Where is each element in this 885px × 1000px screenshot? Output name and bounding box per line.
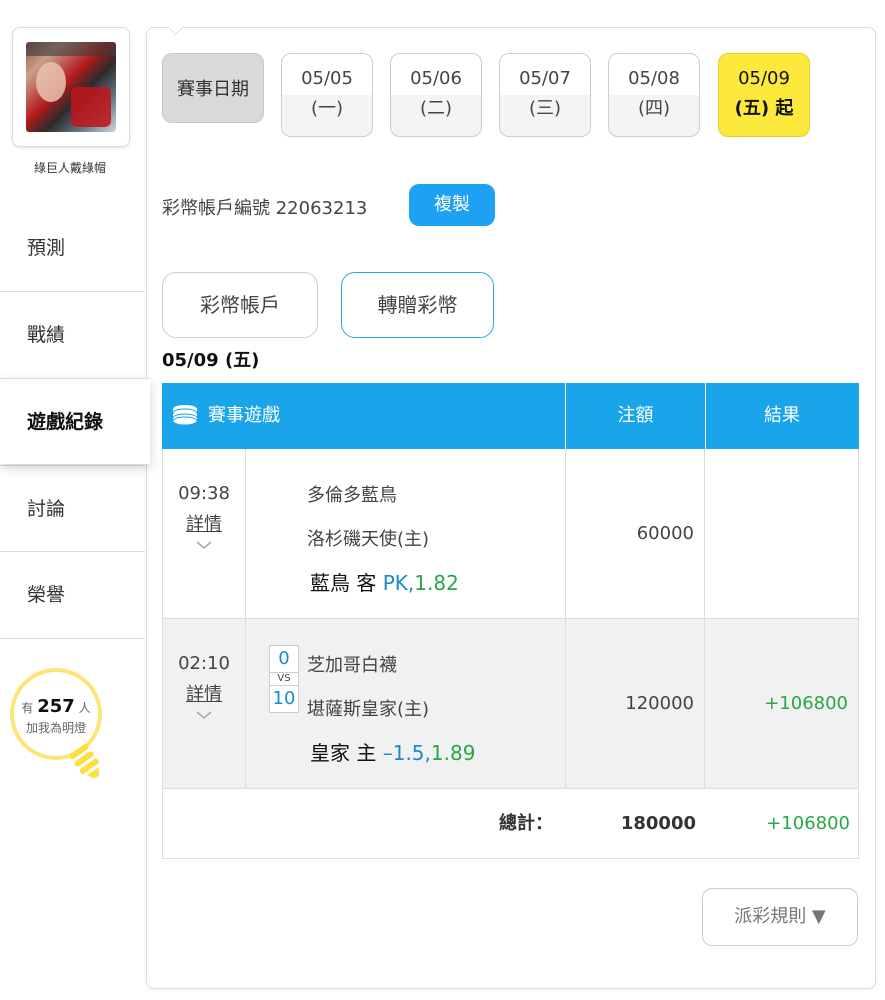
date-button-0509-selected[interactable]: 05/09 (五) 起	[718, 53, 810, 137]
avatar-image	[26, 42, 116, 132]
bulb-caption: 加我為明燈	[25, 721, 86, 735]
day-text: (五) 起	[734, 98, 794, 119]
avatar[interactable]	[12, 27, 130, 147]
username[interactable]: 綠巨人戴綠帽	[0, 159, 140, 176]
pick-line: PK,	[382, 571, 415, 595]
date-button-0507[interactable]: 05/07 (三)	[499, 53, 591, 137]
pick-team: 皇家 主	[310, 741, 377, 765]
day-text: (一)	[310, 98, 344, 119]
date-text: 05/07	[519, 68, 571, 89]
total-label: 總計：	[499, 813, 553, 834]
pick-odds: 1.89	[430, 741, 476, 765]
bulb-count-line: 有 257 人	[14, 696, 98, 717]
tab-transfer-coins[interactable]: 轉贈彩幣	[341, 272, 494, 338]
date-button-0506[interactable]: 05/06 (二)	[390, 53, 482, 137]
day-text: (二)	[419, 98, 453, 119]
teams-cell: 多倫多藍鳥 洛杉磯天使(主) 藍鳥 客 PK,1.82	[246, 449, 566, 619]
time-cell: 09:38 詳情	[162, 449, 246, 619]
sidebar-item-discussion[interactable]: 討論	[0, 465, 145, 551]
home-team: 洛杉磯天使(主)	[307, 529, 430, 550]
match-date-label: 賽事日期	[162, 53, 264, 123]
sidebar-item-predict[interactable]: 預測	[0, 205, 145, 291]
bet-amount: 60000	[566, 449, 705, 619]
away-score: 0	[278, 648, 290, 669]
date-text: 05/05	[301, 68, 353, 89]
sidebar-divider	[0, 638, 145, 639]
details-link[interactable]: 詳情	[163, 680, 245, 706]
pick-team: 藍鳥 客	[310, 571, 377, 595]
header-amount: 注額	[566, 383, 706, 449]
away-team: 芝加哥白襪	[307, 655, 397, 676]
sidebar-item-record[interactable]: 戰績	[0, 291, 145, 377]
total-row: 總計： 180000 +106800	[162, 789, 859, 859]
game-time: 02:10	[178, 653, 230, 674]
date-button-0505[interactable]: 05/05 (一)	[281, 53, 373, 137]
home-team: 堪薩斯皇家(主)	[307, 699, 430, 720]
date-text: 05/09	[738, 68, 790, 89]
table-row: 02:10 詳情 0 VS 10 芝加哥白襪 堪薩斯皇家(主) 皇家 主 –1.…	[162, 619, 859, 789]
sidebar-item-honor[interactable]: 榮譽	[0, 551, 145, 637]
bet-amount: 120000	[566, 619, 705, 789]
chevron-down-icon[interactable]	[163, 538, 245, 554]
table-header: 賽事遊戲 注額 結果	[162, 383, 859, 449]
bulb-prefix: 有	[21, 701, 34, 715]
table-row: 09:38 詳情 多倫多藍鳥 洛杉磯天使(主) 藍鳥 客 PK,1.82 600…	[162, 449, 859, 619]
header-game-label: 賽事遊戲	[208, 405, 280, 426]
bet-result: +106800	[705, 619, 859, 789]
game-time: 09:38	[178, 483, 230, 504]
home-score: 10	[272, 688, 296, 709]
bet-result	[705, 449, 859, 619]
payout-rules-button[interactable]: 派彩規則 ▼	[702, 888, 858, 946]
bulb-count: 257	[37, 696, 75, 717]
details-link[interactable]: 詳情	[163, 510, 245, 536]
copy-button[interactable]: 複製	[409, 184, 495, 226]
date-text: 05/06	[410, 68, 462, 89]
vs-label: VS	[270, 672, 298, 686]
score-box: 0 VS 10	[269, 645, 299, 713]
pick-odds: 1.82	[414, 571, 459, 595]
teams-cell: 0 VS 10 芝加哥白襪 堪薩斯皇家(主) 皇家 主 –1.5,1.89	[246, 619, 566, 789]
sidebar-item-game-history[interactable]: 遊戲紀錄	[0, 378, 150, 464]
day-text: (四)	[637, 98, 671, 119]
account-number-row: 彩幣帳戶編號 22063213	[162, 194, 367, 220]
tab-coin-account[interactable]: 彩幣帳戶	[162, 272, 318, 338]
bulb-suffix: 人	[78, 701, 91, 715]
away-team: 多倫多藍鳥	[307, 485, 397, 506]
date-button-0508[interactable]: 05/08 (四)	[608, 53, 700, 137]
coin-stack-icon	[172, 404, 198, 425]
total-amount: 180000	[620, 813, 696, 834]
day-text: (三)	[528, 98, 562, 119]
bet-pick: 藍鳥 客 PK,1.82	[310, 567, 459, 596]
total-result: +106800	[766, 813, 850, 834]
account-number: 22063213	[275, 198, 368, 219]
sidebar: 綠巨人戴綠帽 預測 戰績 遊戲紀錄 討論 榮譽 有 257 人 加我為明燈	[0, 0, 150, 1000]
chevron-down-icon[interactable]	[163, 708, 245, 724]
date-heading: 05/09 (五)	[162, 350, 260, 371]
lightbulb-icon	[70, 743, 100, 779]
header-result: 結果	[764, 405, 800, 426]
bet-pick: 皇家 主 –1.5,1.89	[310, 737, 475, 766]
date-text: 05/08	[628, 68, 680, 89]
pick-line: –1.5,	[382, 741, 431, 765]
account-label: 彩幣帳戶編號	[162, 198, 270, 219]
header-game: 賽事遊戲	[162, 383, 566, 449]
time-cell: 02:10 詳情	[162, 619, 246, 789]
